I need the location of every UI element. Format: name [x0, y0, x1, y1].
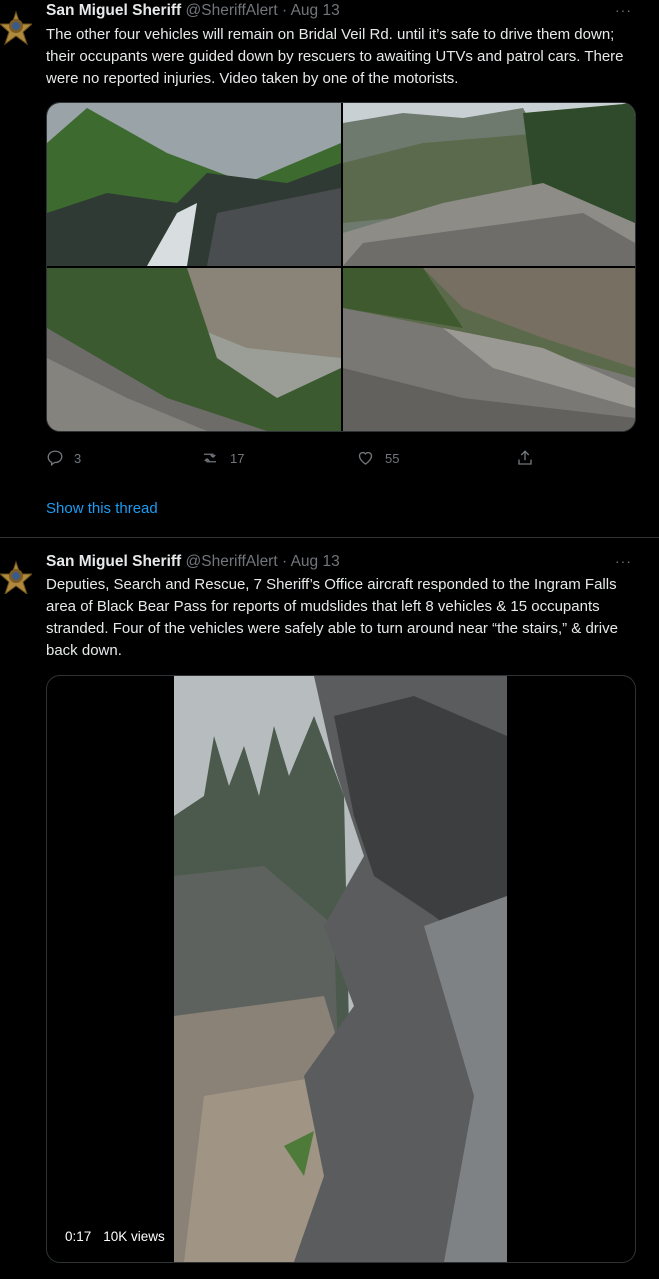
author-name[interactable]: San Miguel Sheriff: [46, 2, 181, 19]
tweet-actions: 3 17 55: [46, 449, 586, 471]
photo-2[interactable]: [343, 103, 635, 266]
avatar[interactable]: [0, 0, 32, 46]
photo-grid[interactable]: [46, 102, 636, 432]
video-info: 0:17 10K views: [65, 1229, 165, 1244]
more-icon[interactable]: ···: [615, 2, 632, 18]
video-frame[interactable]: [174, 676, 507, 1262]
tweet-text: Deputies, Search and Rescue, 7 Sheriff’s…: [46, 576, 618, 659]
tweet-1[interactable]: San Miguel Sheriff @SheriffAlert · Aug 1…: [0, 0, 659, 537]
sheriff-badge-icon: [0, 560, 32, 594]
reply-button[interactable]: 3: [46, 449, 81, 467]
video-views: 10K views: [103, 1229, 165, 1244]
tweet-date[interactable]: Aug 13: [291, 553, 340, 570]
separator: ·: [281, 553, 288, 570]
like-count: 55: [385, 450, 400, 466]
tweet-date[interactable]: Aug 13: [291, 2, 340, 19]
photo-3[interactable]: [47, 268, 341, 431]
tweet-text: The other four vehicles will remain on B…: [46, 26, 624, 87]
tweet-header: San Miguel Sheriff @SheriffAlert · Aug 1…: [46, 2, 340, 20]
share-button[interactable]: [516, 449, 534, 467]
tweet-divider: [0, 537, 659, 538]
like-icon: [358, 451, 373, 465]
more-icon[interactable]: ···: [615, 553, 632, 569]
author-handle[interactable]: @SheriffAlert: [186, 553, 278, 570]
author-name[interactable]: San Miguel Sheriff: [46, 553, 181, 570]
reply-icon: [47, 450, 63, 467]
like-button[interactable]: 55: [356, 449, 399, 467]
separator: ·: [281, 2, 288, 19]
video-duration: 0:17: [65, 1229, 92, 1244]
photo-1[interactable]: [47, 103, 341, 266]
reply-count: 3: [74, 450, 82, 466]
tweet-2[interactable]: San Miguel Sheriff @SheriffAlert · Aug 1…: [0, 548, 659, 1279]
avatar[interactable]: [0, 548, 32, 594]
photo-4[interactable]: [343, 268, 635, 431]
sheriff-badge-icon: [0, 10, 32, 46]
retweet-icon: [204, 453, 216, 463]
show-thread-link[interactable]: Show this thread: [46, 500, 158, 517]
retweet-button[interactable]: 17: [200, 449, 244, 467]
retweet-count: 17: [230, 450, 245, 466]
share-icon: [518, 450, 532, 465]
tweet-header: San Miguel Sheriff @SheriffAlert · Aug 1…: [46, 553, 340, 571]
author-handle[interactable]: @SheriffAlert: [186, 2, 278, 19]
video-player[interactable]: 0:17 10K views: [46, 675, 636, 1263]
